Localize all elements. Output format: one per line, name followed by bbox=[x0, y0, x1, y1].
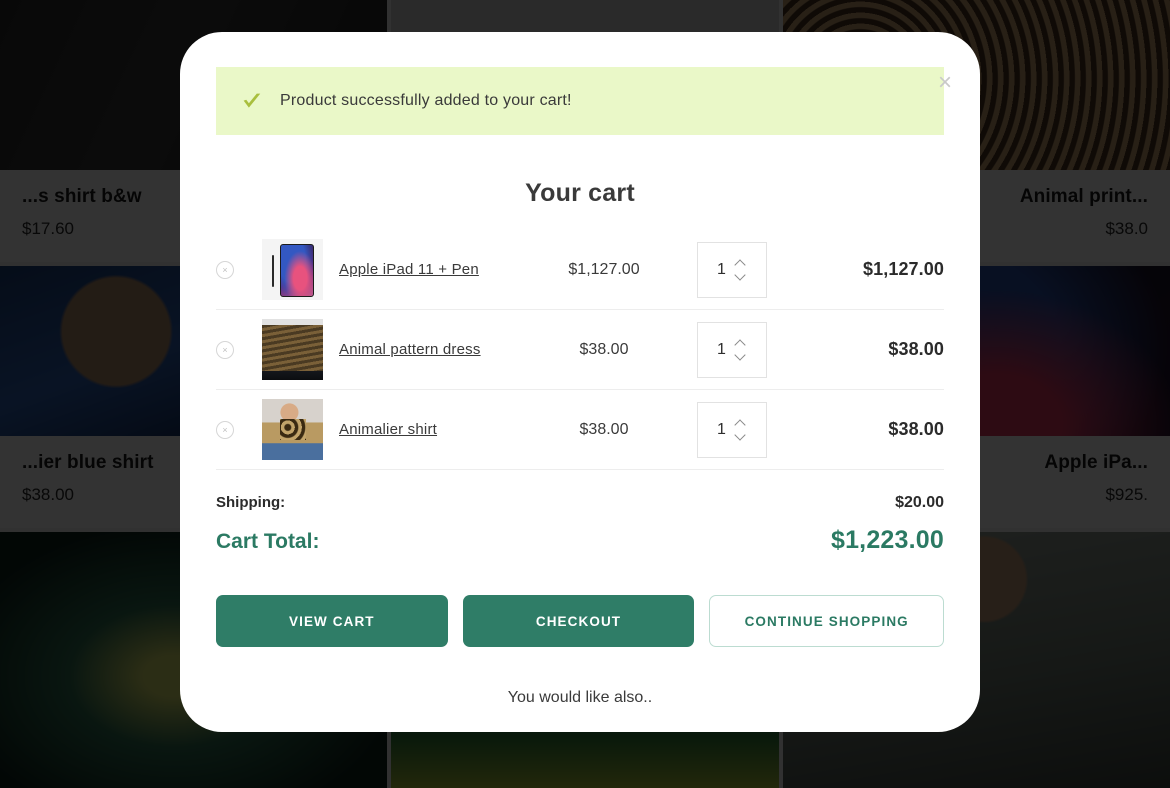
success-banner: Product successfully added to your cart! bbox=[216, 67, 944, 135]
table-row: × Apple iPad 11 + Pen $1,127.00 1 $1,127… bbox=[216, 230, 944, 310]
cart-totals: Shipping: $20.00 Cart Total: $1,223.00 bbox=[216, 494, 944, 555]
product-link[interactable]: Animal pattern dress bbox=[339, 341, 481, 358]
remove-cell: × bbox=[216, 340, 262, 359]
page-root: ...s shirt b&w $17.60 Animal print... $3… bbox=[0, 0, 1170, 788]
quantity-value: 1 bbox=[717, 420, 726, 438]
quantity-cell: 1 bbox=[679, 321, 784, 378]
close-icon[interactable]: × bbox=[930, 68, 960, 98]
name-cell: Apple iPad 11 + Pen bbox=[339, 261, 529, 279]
quantity-arrows bbox=[735, 340, 746, 359]
remove-cell: × bbox=[216, 420, 262, 439]
success-message: Product successfully added to your cart! bbox=[280, 92, 572, 109]
quantity-stepper[interactable]: 1 bbox=[696, 321, 767, 378]
check-icon bbox=[243, 93, 261, 108]
quantity-value: 1 bbox=[717, 260, 726, 278]
name-cell: Animalier shirt bbox=[339, 421, 529, 439]
quantity-arrows bbox=[735, 260, 746, 279]
chevron-down-icon[interactable] bbox=[735, 352, 746, 359]
quantity-arrows bbox=[735, 420, 746, 439]
product-link[interactable]: Animalier shirt bbox=[339, 421, 437, 438]
modal-body: Product successfully added to your cart!… bbox=[180, 32, 980, 707]
product-thumbnail[interactable] bbox=[262, 239, 323, 300]
suggestion-text: You would like also.. bbox=[507, 689, 653, 706]
cart-total-row: Cart Total: $1,223.00 bbox=[216, 526, 944, 555]
chevron-up-icon[interactable] bbox=[735, 420, 746, 427]
line-subtotal: $38.00 bbox=[888, 419, 944, 439]
quantity-cell: 1 bbox=[679, 401, 784, 458]
cart-items-list: × Apple iPad 11 + Pen $1,127.00 1 $1,127… bbox=[216, 230, 944, 470]
line-subtotal: $38.00 bbox=[888, 339, 944, 359]
shipping-row: Shipping: $20.00 bbox=[216, 494, 944, 512]
unit-price: $38.00 bbox=[579, 420, 629, 438]
view-cart-button[interactable]: VIEW CART bbox=[216, 595, 448, 647]
remove-item-icon[interactable]: × bbox=[216, 340, 234, 359]
table-row: × Animalier shirt $38.00 1 $38.00 bbox=[216, 390, 944, 470]
product-link[interactable]: Apple iPad 11 + Pen bbox=[339, 261, 479, 278]
cart-actions: VIEW CART CHECKOUT CONTINUE SHOPPING bbox=[216, 595, 944, 647]
unit-price: $38.00 bbox=[579, 340, 629, 358]
quantity-cell: 1 bbox=[679, 241, 784, 298]
page-title: Your cart bbox=[525, 179, 635, 207]
cart-total-value: $1,223.00 bbox=[830, 526, 944, 554]
product-thumbnail[interactable] bbox=[262, 399, 323, 460]
remove-item-icon[interactable]: × bbox=[216, 260, 234, 279]
chevron-up-icon[interactable] bbox=[735, 340, 746, 347]
quantity-stepper[interactable]: 1 bbox=[696, 241, 767, 298]
quantity-value: 1 bbox=[717, 340, 726, 358]
thumbnail-cell bbox=[262, 399, 339, 460]
remove-item-icon[interactable]: × bbox=[216, 420, 234, 439]
chevron-up-icon[interactable] bbox=[735, 260, 746, 267]
shipping-value: $20.00 bbox=[895, 494, 944, 511]
chevron-down-icon[interactable] bbox=[735, 432, 746, 439]
name-cell: Animal pattern dress bbox=[339, 341, 529, 359]
thumbnail-cell bbox=[262, 319, 339, 380]
chevron-down-icon[interactable] bbox=[735, 272, 746, 279]
shipping-label: Shipping: bbox=[216, 494, 286, 511]
product-thumbnail[interactable] bbox=[262, 319, 323, 380]
line-subtotal: $1,127.00 bbox=[863, 259, 944, 279]
unit-price: $1,127.00 bbox=[568, 260, 640, 278]
checkout-button[interactable]: CHECKOUT bbox=[462, 595, 695, 647]
cart-modal: × Product successfully added to your car… bbox=[180, 32, 980, 732]
continue-shopping-button[interactable]: CONTINUE SHOPPING bbox=[709, 595, 944, 647]
remove-cell: × bbox=[216, 260, 262, 279]
cart-total-label: Cart Total: bbox=[216, 530, 320, 553]
thumbnail-cell bbox=[262, 239, 339, 300]
table-row: × Animal pattern dress $38.00 1 $38.00 bbox=[216, 310, 944, 390]
quantity-stepper[interactable]: 1 bbox=[696, 401, 767, 458]
